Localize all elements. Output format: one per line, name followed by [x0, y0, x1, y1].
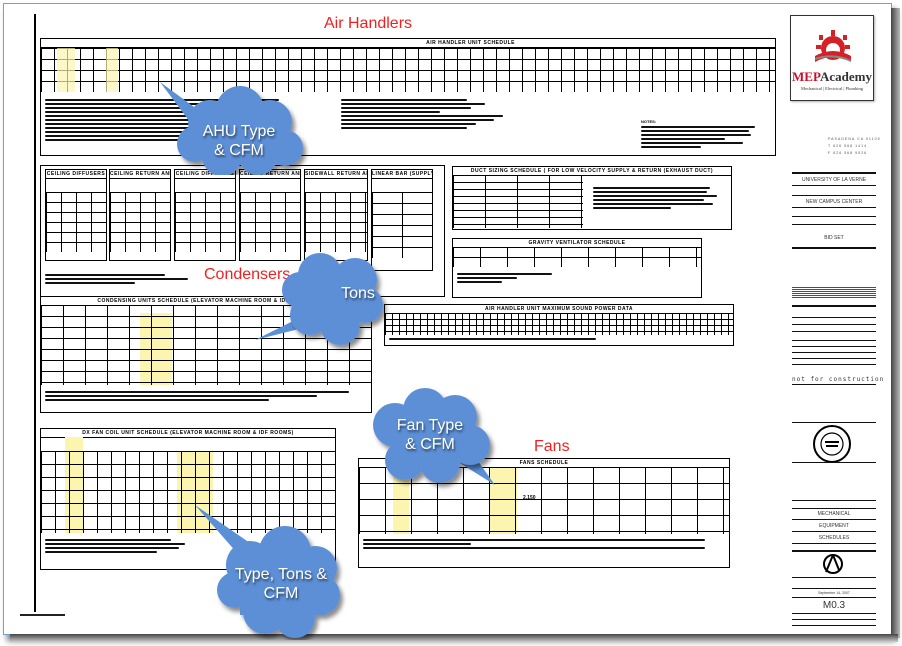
brand-tagline: Mechanical | Electrical | Plumbing	[800, 86, 864, 91]
brand-name: MEPAcademy	[792, 69, 872, 84]
divider	[792, 613, 876, 614]
divider	[792, 384, 876, 385]
phone-line: T 626 568 1414	[828, 144, 868, 148]
label-fans: Fans	[534, 438, 570, 455]
sheet-title-line: EQUIPMENT	[819, 523, 849, 529]
issue-date: September 14, 2007	[818, 591, 850, 595]
fax-line: F 626 568 9526	[828, 151, 868, 155]
ceiling-return-table: CEILING RETURN AND EXHAUST REGISTERS	[109, 169, 171, 261]
engineer-stamp-icon	[813, 425, 851, 463]
divider	[792, 619, 876, 620]
callout-ahu-text: AHU Type & CFM	[202, 123, 276, 159]
address-line: PASADENA CA 91105	[828, 137, 881, 141]
not-for-construction-note: not for construction	[792, 376, 885, 383]
divider	[792, 550, 876, 552]
revision-block	[792, 287, 876, 387]
sheet-title-line: MECHANICAL	[817, 511, 851, 517]
divider	[792, 597, 876, 598]
callout-tons-text: Tons	[341, 285, 375, 302]
page-shadow-right	[891, 8, 900, 638]
divider	[792, 500, 876, 501]
gravity-vent-notes	[457, 271, 557, 285]
duct-sizing-schedule: DUCT SIZING SCHEDULE ( FOR LOW VELOCITY …	[452, 166, 732, 230]
divider	[792, 625, 876, 626]
divider	[792, 247, 876, 249]
divider	[792, 216, 876, 217]
sheet-number: M0.3	[822, 600, 846, 611]
highlight-cfm	[106, 48, 118, 92]
divider	[792, 207, 876, 208]
schedule-title: AIR HANDLER UNIT SCHEDULE	[41, 39, 775, 48]
divider	[792, 185, 876, 186]
duct-notes	[593, 185, 723, 211]
gear-logo-icon	[814, 30, 852, 62]
sheet-left-border	[34, 14, 36, 612]
divider	[792, 195, 876, 196]
project-name: NEW CAMPUS CENTER	[805, 199, 863, 205]
ceiling-diffusers-table: CEILING DIFFUSERS	[45, 169, 107, 261]
divider	[792, 462, 876, 463]
label-air-handlers: Air Handlers	[324, 15, 413, 32]
diffuser-notes	[45, 272, 195, 286]
sound-power-schedule: AIR HANDLER UNIT MAXIMUM SOUND POWER DAT…	[384, 304, 734, 346]
divider	[792, 588, 876, 589]
highlight-location	[57, 48, 75, 92]
fan-cfm-1: 2,150	[523, 495, 536, 501]
sheet-title-line: SCHEDULES	[818, 535, 850, 541]
plot-stamp	[20, 614, 65, 616]
client-name: UNIVERSITY OF LA VERNE	[801, 177, 867, 183]
divider	[792, 508, 876, 509]
fans-notes	[363, 537, 723, 551]
sound-power-notes	[389, 336, 619, 342]
gravity-ventilator-schedule: GRAVITY VENTILATOR SCHEDULE	[452, 238, 702, 298]
issue-set: BID SET	[824, 235, 844, 241]
divider	[792, 577, 876, 578]
divider	[792, 543, 876, 544]
divider	[792, 422, 876, 423]
divider	[792, 224, 876, 225]
schedule-title: DX FAN COIL UNIT SCHEDULE (ELEVATOR MACH…	[41, 429, 335, 438]
callout-fan-type-text: Fan Type & CFM	[396, 417, 464, 453]
ahu-general-notes: NOTES:	[641, 119, 761, 150]
divider	[792, 519, 876, 520]
ahu-notes-right	[341, 97, 521, 131]
callout-type-tons-text: Type, Tons & CFM	[234, 566, 328, 602]
north-arrow-icon	[823, 554, 843, 574]
divider	[792, 172, 876, 174]
company-logo: MEPAcademy Mechanical | Electrical | Plu…	[790, 15, 874, 101]
divider	[792, 531, 876, 532]
ceiling-diffusers-2-table: CEILING DIFFUSERS	[174, 169, 236, 261]
page-shadow-bottom	[10, 634, 898, 642]
condensing-notes	[45, 389, 365, 403]
